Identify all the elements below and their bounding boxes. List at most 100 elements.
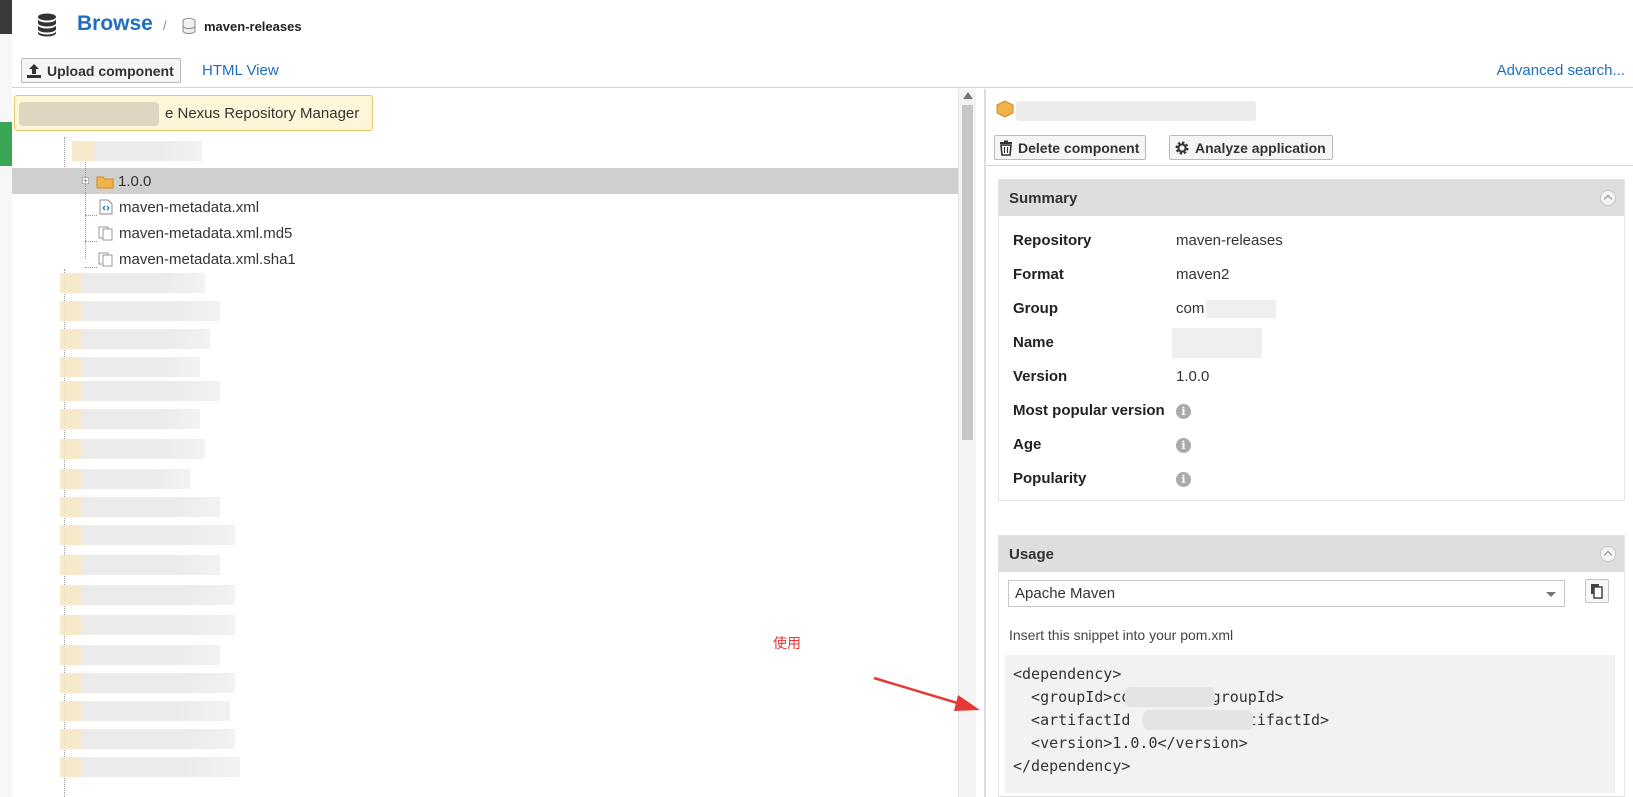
tree-tooltip: e Nexus Repository Manager [14, 95, 373, 131]
redacted-tree-item [60, 497, 220, 517]
page-title[interactable]: Browse [77, 12, 153, 36]
summary-title: Summary [1009, 189, 1078, 207]
summary-key: Age [1013, 436, 1042, 453]
info-icon[interactable]: i [1176, 404, 1191, 419]
summary-key: Popularity [1013, 470, 1087, 487]
upload-icon [27, 63, 41, 78]
upload-component-label: Upload component [47, 62, 174, 79]
redacted-tree-item [60, 381, 220, 401]
redacted-artifact-id [1143, 710, 1253, 730]
summary-row-version: Version 1.0.0 [1013, 368, 1209, 388]
repository-icon [182, 18, 196, 34]
tree-item-label: maven-metadata.xml.md5 [119, 224, 293, 242]
summary-value-group: com [1176, 300, 1286, 320]
component-actions: Delete component Analyze application [986, 130, 1633, 166]
html-view-link[interactable]: HTML View [202, 62, 279, 79]
browse-toolbar: Upload component HTML View Advanced sear… [12, 56, 1633, 88]
redacted-tree-item [60, 701, 230, 721]
trash-icon [1000, 140, 1012, 156]
summary-row-repository: Repository maven-releases [1013, 232, 1283, 252]
collapse-icon[interactable] [1600, 190, 1616, 206]
summary-key: Format [1013, 266, 1064, 283]
build-tool-select[interactable]: Apache Maven [1008, 580, 1565, 607]
summary-row-most-popular-version: Most popular version i [1013, 402, 1191, 422]
redacted-tree-item [60, 673, 235, 693]
annotation-arrow-icon [873, 676, 980, 711]
redacted-tree-item [60, 615, 235, 635]
gear-icon [1175, 141, 1189, 154]
summary-key: Name [1013, 334, 1054, 351]
redacted-tree-item [60, 357, 200, 377]
summary-row-format: Format maven2 [1013, 266, 1229, 286]
delete-component-button[interactable]: Delete component [994, 135, 1147, 160]
component-detail-panel: Delete component Analyze application Sum… [986, 89, 1633, 797]
summary-row-group: Group com [1013, 300, 1286, 320]
scroll-up-arrow-icon[interactable] [963, 92, 973, 99]
page-header: Browse / maven-releases [12, 0, 1633, 52]
summary-key: Most popular version [1013, 402, 1165, 419]
code-line: </dependency> [1013, 757, 1131, 775]
summary-key: Group [1013, 300, 1058, 317]
component-title [996, 99, 1266, 121]
tree-item-version[interactable]: 1.0.0 [82, 169, 151, 193]
file-copies-icon [98, 252, 113, 267]
scrollbar-thumb[interactable] [962, 105, 973, 440]
info-icon[interactable]: i [1176, 438, 1191, 453]
redacted-tree-item [72, 141, 202, 161]
tree-item-label: 1.0.0 [118, 172, 152, 190]
code-line: <artifactId g</artifactId> [1031, 711, 1330, 729]
summary-value: maven2 [1176, 266, 1230, 283]
dependency-snippet[interactable]: <dependency> <groupId>com </groupId> <ar… [1005, 655, 1615, 793]
tree-line [85, 241, 97, 242]
summary-header[interactable]: Summary [999, 180, 1624, 216]
file-copies-icon [98, 226, 113, 241]
summary-row-name: Name [1013, 328, 1276, 358]
usage-hint: Insert this snippet into your pom.xml [1009, 627, 1234, 643]
package-icon [996, 100, 1014, 117]
selected-row-highlight [12, 168, 967, 194]
build-tool-selected: Apache Maven [1015, 585, 1116, 602]
usage-header[interactable]: Usage [999, 536, 1624, 572]
tree-item-label: maven-metadata.xml [119, 198, 260, 216]
copy-icon [1591, 584, 1603, 599]
analyze-application-button[interactable]: Analyze application [1169, 135, 1333, 160]
redacted-tree-item [60, 525, 235, 545]
usage-title: Usage [1009, 545, 1055, 563]
tree-item-label: maven-metadata.xml.sha1 [119, 250, 296, 268]
tree-line [64, 137, 65, 167]
advanced-search-link[interactable]: Advanced search... [1497, 62, 1625, 79]
redacted-tooltip-text [19, 102, 159, 126]
redacted-tree-item [60, 439, 205, 459]
expand-plus-icon [82, 177, 89, 184]
redacted-value [1206, 300, 1276, 318]
info-icon[interactable]: i [1176, 472, 1191, 487]
redacted-group-id [1125, 687, 1215, 707]
redacted-tree-item [60, 729, 235, 749]
copy-snippet-button[interactable] [1585, 579, 1609, 603]
redacted-tree-item [60, 469, 190, 489]
delete-component-label: Delete component [1018, 139, 1140, 156]
summary-panel: Summary Repository maven-releases Format… [998, 179, 1625, 501]
redacted-tree-item [60, 757, 240, 777]
xml-file-icon [99, 199, 113, 215]
redacted-tree-item [60, 409, 200, 429]
breadcrumb-repository[interactable]: maven-releases [204, 19, 302, 34]
tree-line [85, 215, 97, 216]
code-line: <dependency> [1013, 665, 1122, 683]
collapse-icon[interactable] [1600, 546, 1616, 562]
tree-item-file[interactable]: maven-metadata.xml [97, 195, 259, 219]
package-folder-icon [96, 176, 114, 189]
annotation-label: 使用 [773, 635, 801, 651]
tooltip-text: e Nexus Repository Manager [165, 105, 360, 122]
redacted-tree-item [60, 645, 220, 665]
redacted-tree-item [60, 301, 220, 321]
redacted-component-name [1016, 101, 1256, 121]
summary-value: 1.0.0 [1176, 368, 1210, 385]
redacted-tree-item [60, 585, 235, 605]
summary-value: maven-releases [1176, 232, 1283, 249]
usage-panel: Usage Apache Maven Insert this snippet i… [998, 535, 1625, 797]
upload-component-button[interactable]: Upload component [21, 58, 181, 83]
tree-item-file[interactable]: maven-metadata.xml.sha1 [97, 247, 296, 271]
database-icon [38, 13, 56, 37]
tree-item-file[interactable]: maven-metadata.xml.md5 [97, 221, 292, 245]
